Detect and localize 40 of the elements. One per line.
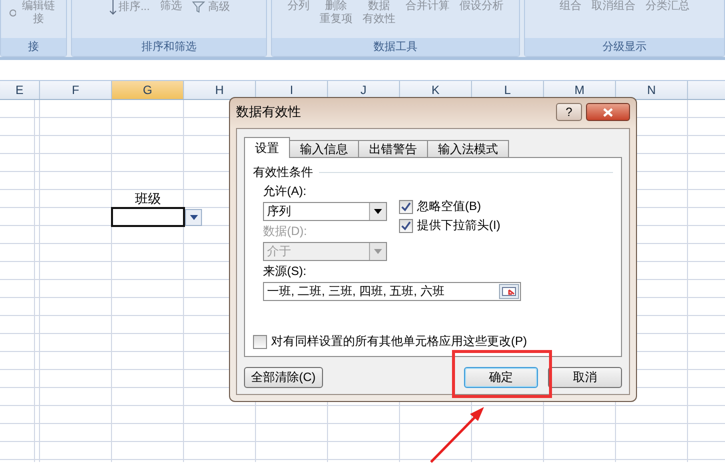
caret-icon: [374, 209, 382, 214]
dropdown-button[interactable]: [185, 209, 202, 226]
column-header[interactable]: G: [112, 81, 184, 99]
checkbox-label: 提供下拉箭头(I): [417, 217, 500, 234]
range-picker-button[interactable]: [499, 284, 519, 299]
ok-button[interactable]: 确定: [464, 367, 538, 388]
caret-icon: [374, 249, 382, 254]
tab[interactable]: 输入法模式: [427, 140, 509, 158]
source-field[interactable]: 一班, 二班, 三班, 四班, 五班, 六班: [263, 282, 521, 301]
group-label: 数据工具: [272, 38, 520, 56]
checkbox-label: 对有同样设置的所有其他单元格应用这些更改(P): [271, 333, 527, 350]
group-label: 排序和筛选: [72, 38, 266, 56]
tab[interactable]: 设置: [244, 137, 290, 158]
close-button[interactable]: [586, 103, 630, 121]
active-cell[interactable]: [111, 207, 185, 227]
checkbox[interactable]: [399, 218, 413, 232]
section-title: 有效性条件: [253, 164, 313, 181]
group-label: 接: [1, 38, 66, 56]
dialog-title: 数据有效性: [236, 103, 302, 121]
field-label: 允许(A):: [263, 183, 308, 200]
field-label: 来源(S):: [262, 263, 308, 280]
filter-icon: [192, 0, 206, 14]
checkbox[interactable]: [399, 200, 413, 214]
tab[interactable]: 出错警告: [358, 140, 428, 158]
clear-all-button[interactable]: 全部清除(C): [244, 367, 323, 388]
checkbox-label: 忽略空值(B): [417, 198, 481, 215]
arrow-down-icon: [108, 0, 117, 15]
allow-select[interactable]: 序列: [263, 202, 387, 221]
cancel-button[interactable]: 取消: [548, 367, 622, 388]
column-header[interactable]: E: [0, 81, 40, 99]
help-button[interactable]: ?: [556, 103, 582, 121]
tab[interactable]: 输入信息: [289, 140, 359, 158]
field-label: 数据(D):: [263, 223, 308, 240]
checkbox[interactable]: [253, 334, 267, 348]
cell-text: 班级: [134, 190, 162, 208]
link-icon: [9, 9, 16, 17]
group-label: 分级显示: [525, 38, 724, 56]
range-picker-icon: [502, 287, 516, 296]
caret-icon: [190, 215, 198, 220]
close-icon: [603, 108, 613, 116]
